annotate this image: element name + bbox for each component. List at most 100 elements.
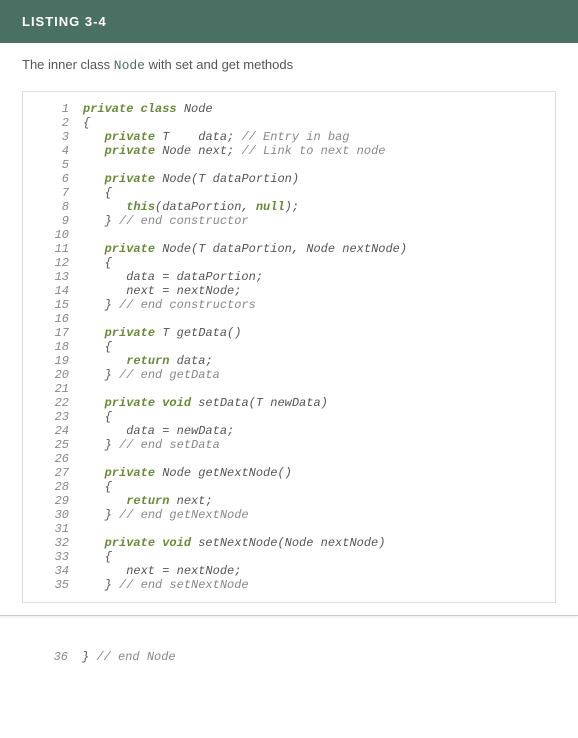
code-line: 33 {: [23, 550, 555, 564]
code-content: this(dataPortion, null);: [83, 200, 299, 214]
code-line: 10: [23, 228, 555, 242]
code-content: {: [83, 410, 112, 424]
line-number: 1: [23, 102, 83, 116]
line-number: 19: [23, 354, 83, 368]
code-content: return next;: [83, 494, 213, 508]
line-number: 11: [23, 242, 83, 256]
code-content: private class Node: [83, 102, 213, 116]
line-number: 17: [23, 326, 83, 340]
line-number: 18: [23, 340, 83, 354]
line-number: 3: [23, 130, 83, 144]
code-line: 3 private T data; // Entry in bag: [23, 130, 555, 144]
line-number: 15: [23, 298, 83, 312]
code-line: 4 private Node next; // Link to next nod…: [23, 144, 555, 158]
line-number: 33: [23, 550, 83, 564]
line-number: 2: [23, 116, 83, 130]
line-number: 26: [23, 452, 83, 466]
code-content: private T data; // Entry in bag: [83, 130, 349, 144]
line-number: 6: [23, 172, 83, 186]
code-content: } // end Node: [82, 650, 176, 664]
code-content: [83, 158, 90, 172]
code-content: private Node getNextNode(): [83, 466, 292, 480]
line-number: 20: [23, 368, 83, 382]
line-number: 23: [23, 410, 83, 424]
code-content: } // end setNextNode: [83, 578, 249, 592]
code-content: [83, 382, 90, 396]
code-content: {: [83, 256, 112, 270]
code-line: 23 {: [23, 410, 555, 424]
code-block: 1private class Node2{3 private T data; /…: [22, 91, 556, 603]
code-line: 1private class Node: [23, 102, 555, 116]
code-line: 6 private Node(T dataPortion): [23, 172, 555, 186]
code-content: {: [83, 480, 112, 494]
code-content: private Node(T dataPortion): [83, 172, 299, 186]
line-number: 22: [23, 396, 83, 410]
code-content: private void setNextNode(Node nextNode): [83, 536, 385, 550]
code-content: [83, 228, 90, 242]
code-line: 26: [23, 452, 555, 466]
code-line: 8 this(dataPortion, null);: [23, 200, 555, 214]
code-line: 5: [23, 158, 555, 172]
code-line: 30 } // end getNextNode: [23, 508, 555, 522]
code-line: 14 next = nextNode;: [23, 284, 555, 298]
code-line: 36} // end Node: [22, 646, 556, 668]
code-line: 31: [23, 522, 555, 536]
line-number: 29: [23, 494, 83, 508]
line-number: 13: [23, 270, 83, 284]
code-line: 25 } // end setData: [23, 438, 555, 452]
code-line: 17 private T getData(): [23, 326, 555, 340]
line-number: 5: [23, 158, 83, 172]
code-content: {: [83, 186, 112, 200]
code-line: 18 {: [23, 340, 555, 354]
code-content: data = dataPortion;: [83, 270, 263, 284]
code-line: 32 private void setNextNode(Node nextNod…: [23, 536, 555, 550]
line-number: 9: [23, 214, 83, 228]
line-number: 27: [23, 466, 83, 480]
line-number: 36: [22, 650, 82, 664]
line-number: 35: [23, 578, 83, 592]
code-content: } // end getNextNode: [83, 508, 249, 522]
code-line: 19 return data;: [23, 354, 555, 368]
code-content: private Node next; // Link to next node: [83, 144, 385, 158]
code-content: [83, 452, 90, 466]
code-line: 15 } // end constructors: [23, 298, 555, 312]
caption-suffix: with set and get methods: [145, 57, 293, 72]
line-number: 7: [23, 186, 83, 200]
caption-code: Node: [114, 58, 145, 73]
code-line: 27 private Node getNextNode(): [23, 466, 555, 480]
code-line: 28 {: [23, 480, 555, 494]
code-line: 13 data = dataPortion;: [23, 270, 555, 284]
code-content: private Node(T dataPortion, Node nextNod…: [83, 242, 407, 256]
code-content: } // end constructor: [83, 214, 249, 228]
line-number: 12: [23, 256, 83, 270]
code-content: [83, 522, 90, 536]
line-number: 8: [23, 200, 83, 214]
listing-caption: The inner class Node with set and get me…: [0, 43, 578, 91]
code-content: [83, 312, 90, 326]
line-number: 10: [23, 228, 83, 242]
code-line: 20 } // end getData: [23, 368, 555, 382]
code-line: 2{: [23, 116, 555, 130]
code-content: {: [83, 116, 90, 130]
code-line: 34 next = nextNode;: [23, 564, 555, 578]
code-line: 9 } // end constructor: [23, 214, 555, 228]
section-divider: [0, 615, 578, 616]
code-content: {: [83, 340, 112, 354]
code-content: } // end constructors: [83, 298, 256, 312]
caption-prefix: The inner class: [22, 57, 114, 72]
code-line: 16: [23, 312, 555, 326]
line-number: 4: [23, 144, 83, 158]
line-number: 25: [23, 438, 83, 452]
line-number: 32: [23, 536, 83, 550]
line-number: 31: [23, 522, 83, 536]
code-line: 22 private void setData(T newData): [23, 396, 555, 410]
line-number: 14: [23, 284, 83, 298]
code-line: 35 } // end setNextNode: [23, 578, 555, 592]
code-line: 12 {: [23, 256, 555, 270]
line-number: 30: [23, 508, 83, 522]
code-content: next = nextNode;: [83, 284, 241, 298]
line-number: 34: [23, 564, 83, 578]
code-line: 24 data = newData;: [23, 424, 555, 438]
listing-label: LISTING 3-4: [22, 14, 107, 29]
code-content: {: [83, 550, 112, 564]
